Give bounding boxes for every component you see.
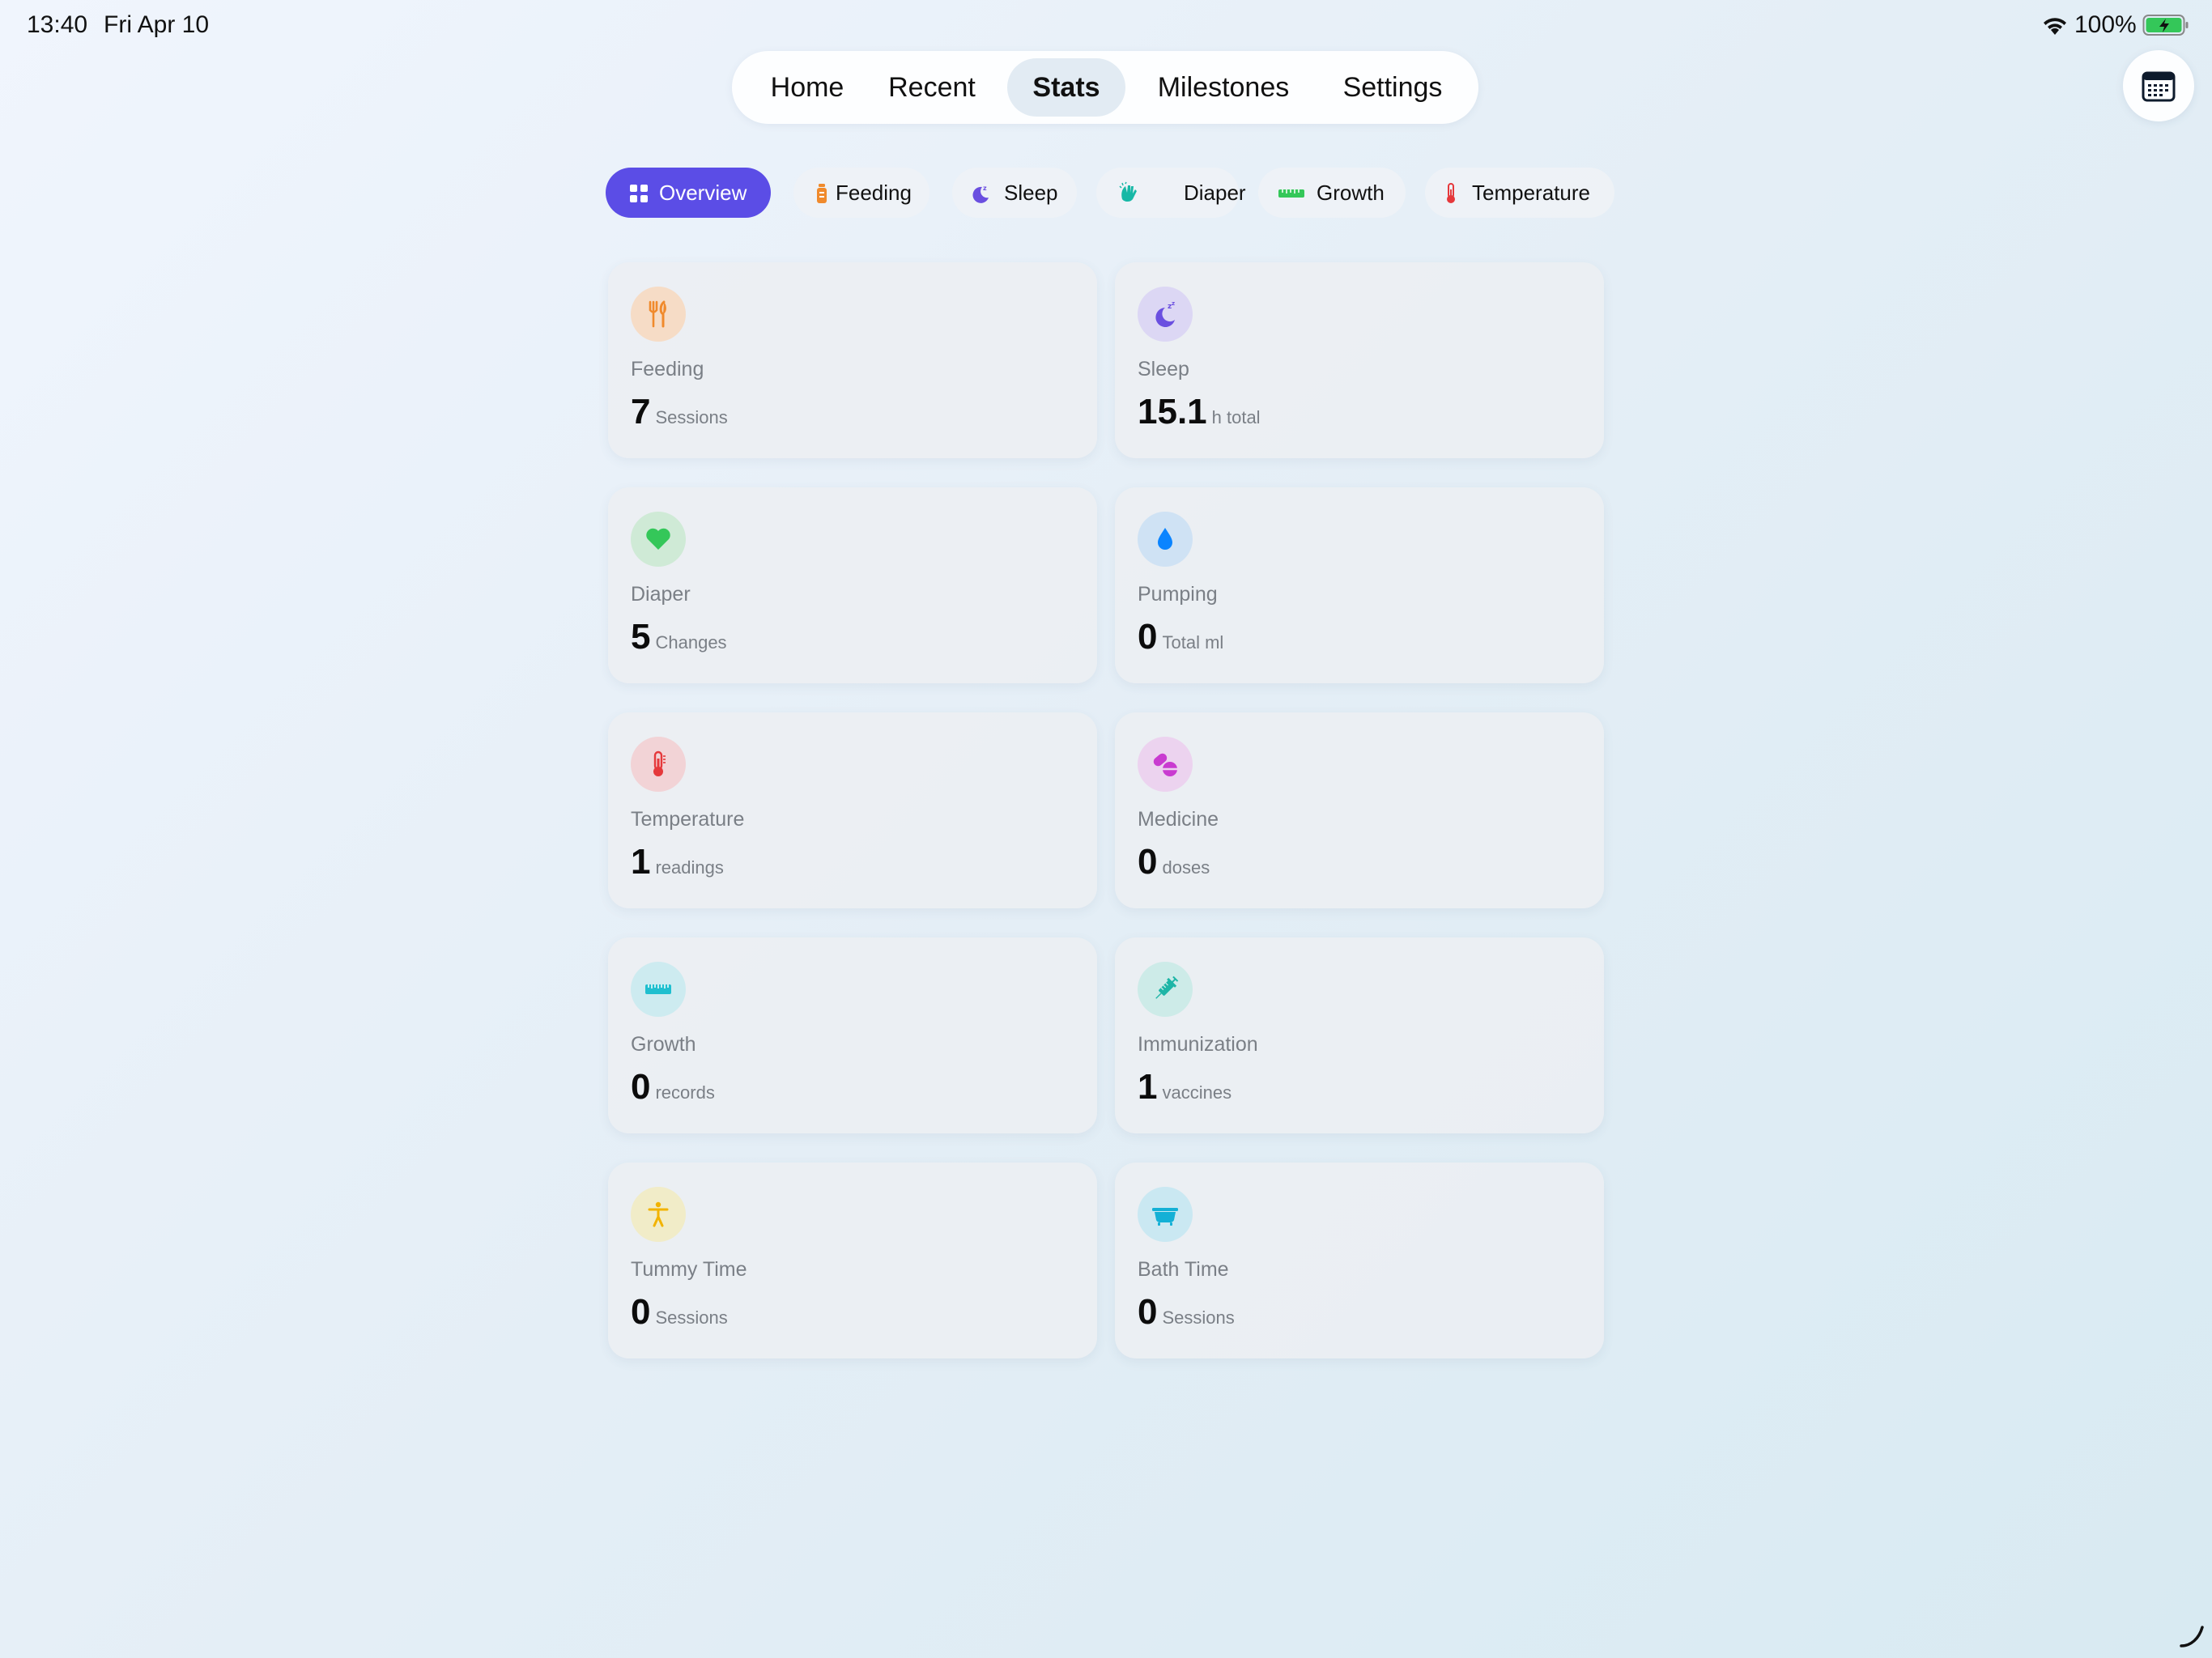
card-title: Pumping — [1138, 583, 1218, 606]
chip-label: Sleep — [1004, 181, 1058, 205]
figure-icon — [648, 1201, 669, 1227]
card-value: 0 — [631, 1067, 651, 1107]
battery-percent: 100% — [2074, 11, 2137, 38]
tab-settings[interactable]: Settings — [1320, 58, 1465, 117]
card-value-row: 15.1 h total — [1138, 392, 1261, 432]
stat-card-diaper[interactable]: Diaper 5 Changes — [608, 487, 1097, 683]
tab-recent[interactable]: Recent — [870, 58, 994, 117]
corner-resize-handle[interactable] — [2178, 1624, 2206, 1648]
thermometer-icon — [1447, 183, 1455, 203]
svg-text:z: z — [1172, 300, 1175, 307]
chip-label: Growth — [1317, 181, 1385, 205]
card-value-row: 0 doses — [1138, 842, 1210, 882]
card-title: Medicine — [1138, 808, 1219, 831]
chip-growth[interactable]: Growth — [1258, 168, 1406, 218]
card-unit: Changes — [655, 632, 727, 653]
card-value-row: 5 Changes — [631, 617, 727, 657]
card-unit: Sessions — [655, 1307, 728, 1328]
card-value: 0 — [1138, 617, 1158, 657]
card-value-row: 1 readings — [631, 842, 724, 882]
card-title: Feeding — [631, 358, 704, 380]
stat-card-sleep[interactable]: z z Sleep 15.1 h total — [1115, 262, 1604, 458]
pills-icon — [1153, 753, 1177, 776]
card-value-row: 1 vaccines — [1138, 1067, 1231, 1107]
stat-card-pumping[interactable]: Pumping 0 Total ml — [1115, 487, 1604, 683]
stat-card-tummy-time[interactable]: Tummy Time 0 Sessions — [608, 1163, 1097, 1358]
card-unit: readings — [655, 857, 724, 878]
card-title: Growth — [631, 1033, 696, 1056]
card-unit: Total ml — [1162, 632, 1224, 653]
card-title: Diaper — [631, 583, 691, 606]
card-value: 0 — [1138, 842, 1158, 882]
chip-feeding[interactable]: Feeding — [793, 168, 929, 218]
card-unit: h total — [1211, 407, 1261, 427]
card-title: Tummy Time — [631, 1258, 747, 1281]
moon-zzz-icon: z z — [1155, 300, 1175, 327]
top-tab-bar: Home Recent Stats Milestones Settings — [732, 51, 1478, 124]
chip-label: Overview — [659, 181, 747, 205]
status-time: 13:40 — [27, 11, 88, 38]
bottle-icon — [817, 184, 827, 203]
thermometer-icon — [653, 750, 666, 776]
stat-card-feeding[interactable]: Feeding 7 Sessions — [608, 262, 1097, 458]
stat-card-medicine[interactable]: Medicine 0 doses — [1115, 712, 1604, 908]
status-bar: 13:40 Fri Apr 10 100% — [0, 0, 2212, 52]
stat-card-bath-time[interactable]: Bath Time 0 Sessions — [1115, 1163, 1604, 1358]
card-title: Immunization — [1138, 1033, 1258, 1056]
card-unit: Sessions — [1162, 1307, 1235, 1328]
chip-sleep[interactable]: z Sleep — [952, 168, 1077, 218]
heart-icon — [646, 528, 670, 550]
card-unit: doses — [1162, 857, 1210, 878]
grid-icon — [630, 185, 648, 202]
calendar-icon — [2142, 71, 2176, 102]
card-title: Bath Time — [1138, 1258, 1229, 1281]
card-value: 1 — [631, 842, 651, 882]
tab-stats[interactable]: Stats — [1007, 58, 1125, 117]
calendar-button[interactable] — [2123, 50, 2194, 121]
stat-card-temperature[interactable]: Temperature 1 readings — [608, 712, 1097, 908]
card-title: Sleep — [1138, 358, 1189, 380]
chip-label: Diaper — [1184, 181, 1246, 205]
card-value-row: 0 Sessions — [1138, 1292, 1235, 1333]
moon-icon: z — [972, 185, 989, 203]
chip-overview[interactable]: Overview — [606, 168, 771, 218]
syringe-icon — [1155, 976, 1179, 999]
card-unit: vaccines — [1162, 1082, 1232, 1103]
card-value-row: 7 Sessions — [631, 392, 728, 432]
card-value: 7 — [631, 392, 651, 432]
card-value-row: 0 Total ml — [1138, 617, 1223, 657]
stat-card-growth[interactable]: Growth 0 records — [608, 937, 1097, 1133]
tab-milestones[interactable]: Milestones — [1138, 58, 1308, 117]
hands-icon — [1119, 181, 1137, 202]
fork-knife-icon — [649, 300, 666, 328]
drop-icon — [1158, 528, 1172, 550]
card-value: 1 — [1138, 1067, 1158, 1107]
card-unit: records — [655, 1082, 715, 1103]
tab-home[interactable]: Home — [751, 58, 863, 117]
card-value-row: 0 records — [631, 1067, 715, 1107]
ruler-icon — [645, 984, 671, 994]
card-value: 15.1 — [1138, 392, 1207, 432]
battery-charging-icon — [2142, 15, 2189, 36]
chip-diaper[interactable]: Diaper — [1096, 168, 1246, 218]
wifi-icon — [2044, 18, 2066, 35]
status-date: Fri Apr 10 — [104, 11, 210, 38]
card-value: 5 — [631, 617, 651, 657]
stat-card-immunization[interactable]: Immunization 1 vaccines — [1115, 937, 1604, 1133]
chip-temperature[interactable]: Temperature — [1425, 168, 1614, 218]
bathtub-icon — [1152, 1208, 1178, 1226]
card-unit: Sessions — [655, 407, 728, 427]
card-value: 0 — [631, 1292, 651, 1332]
card-value-row: 0 Sessions — [631, 1292, 728, 1333]
ruler-icon — [1278, 189, 1304, 198]
chip-label: Feeding — [836, 181, 912, 205]
card-value: 0 — [1138, 1292, 1158, 1332]
card-title: Temperature — [631, 808, 745, 831]
chip-label: Temperature — [1472, 181, 1590, 205]
svg-text:z: z — [983, 185, 987, 192]
